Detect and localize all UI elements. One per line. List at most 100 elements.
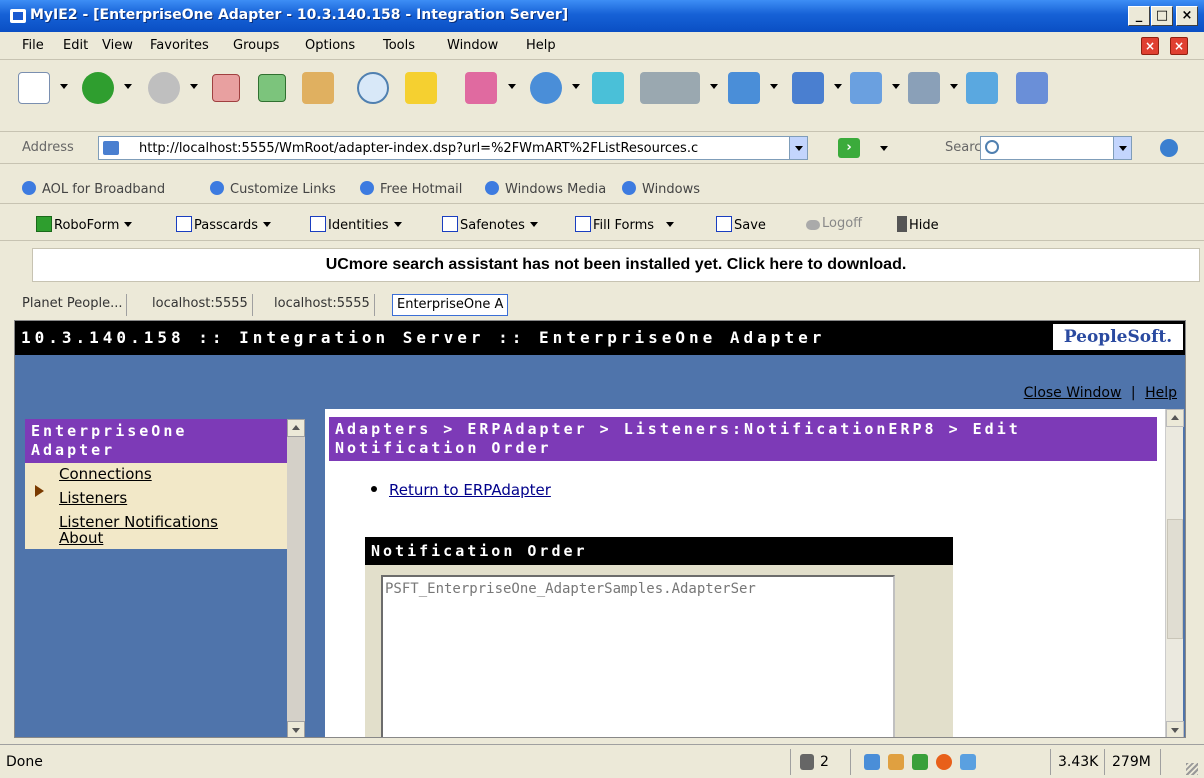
- main-scrollbar[interactable]: [1165, 409, 1184, 737]
- logoff-button[interactable]: Logoff: [806, 216, 862, 231]
- return-link[interactable]: Return to ERPAdapter: [389, 481, 551, 499]
- resize-grip-icon[interactable]: [1186, 763, 1198, 775]
- address-input[interactable]: http://localhost:5555/WmRoot/adapter-ind…: [98, 136, 808, 160]
- home-icon[interactable]: [302, 72, 334, 104]
- refresh-icon[interactable]: [258, 74, 286, 102]
- tab-localhost-2[interactable]: localhost:5555: [270, 294, 375, 316]
- menu-file[interactable]: File: [22, 38, 44, 53]
- link-windows-media[interactable]: Windows Media: [485, 181, 606, 197]
- roboform-button[interactable]: RoboForm: [36, 216, 133, 233]
- favorites-icon[interactable]: [405, 72, 437, 104]
- search-globe-icon[interactable]: [1160, 139, 1178, 157]
- link-customize-links[interactable]: Customize Links: [210, 181, 336, 197]
- tools-icon[interactable]: [640, 72, 700, 104]
- tab-planet-people[interactable]: Planet People...: [18, 294, 128, 316]
- passcards-button[interactable]: Passcards: [176, 216, 272, 233]
- save-button[interactable]: Save: [716, 216, 766, 233]
- hide-icon: [897, 216, 907, 232]
- mdi-close-icon[interactable]: ×: [1141, 37, 1159, 55]
- link-aol[interactable]: AOL for Broadband: [22, 181, 165, 197]
- close-window-link[interactable]: Close Window: [1024, 385, 1122, 401]
- hide-button[interactable]: Hide: [897, 216, 939, 233]
- brush-icon[interactable]: [888, 754, 904, 770]
- title-bar: MyIE2 - [EnterpriseOne Adapter - 10.3.14…: [0, 0, 1204, 32]
- menu-window[interactable]: Window: [447, 38, 498, 53]
- tab-enterpriseone[interactable]: EnterpriseOne A: [392, 294, 509, 316]
- app-icon: [10, 9, 26, 23]
- forward-icon[interactable]: [148, 72, 180, 104]
- scroll-up-icon[interactable]: [287, 419, 305, 437]
- address-url[interactable]: http://localhost:5555/WmRoot/adapter-ind…: [139, 141, 769, 156]
- status-size: 3.43K: [1058, 754, 1099, 770]
- minimize-button[interactable]: _: [1128, 6, 1150, 26]
- link-separator: |: [1130, 385, 1136, 401]
- main-panel: Adapters > ERPAdapter > Listeners:Notifi…: [325, 409, 1165, 737]
- window-icon[interactable]: [960, 754, 976, 770]
- window-title: MyIE2 - [EnterpriseOne Adapter - 10.3.14…: [30, 7, 569, 23]
- menu-options[interactable]: Options: [305, 38, 355, 53]
- back-icon[interactable]: [82, 72, 114, 104]
- fill-forms-icon: [575, 216, 591, 232]
- go-button-icon[interactable]: ›: [838, 138, 860, 158]
- mdi-close-all-icon[interactable]: ×: [1170, 37, 1188, 55]
- menu-favorites[interactable]: Favorites: [150, 38, 209, 53]
- save-icon: [716, 216, 732, 232]
- menu-edit[interactable]: Edit: [63, 38, 88, 53]
- address-dropdown-icon[interactable]: [789, 137, 807, 159]
- identities-button[interactable]: Identities: [310, 216, 402, 233]
- download-manager-icon[interactable]: [912, 754, 928, 770]
- bullet-icon: [371, 486, 377, 492]
- sidebar-menu: EnterpriseOne Adapter Connections Listen…: [25, 419, 287, 549]
- sidebar-item-about[interactable]: About: [59, 529, 103, 547]
- current-item-arrow-icon: [35, 485, 44, 497]
- sidebar-item-listeners[interactable]: Listeners: [59, 489, 127, 507]
- menu-groups[interactable]: Groups: [233, 38, 279, 53]
- notification-order-list[interactable]: PSFT_EnterpriseOne_AdapterSamples.Adapte…: [381, 575, 895, 737]
- sidebar-scrollbar[interactable]: [287, 419, 305, 737]
- globe-icon[interactable]: [530, 72, 562, 104]
- go-dropdown-icon[interactable]: [880, 146, 888, 151]
- download-icon[interactable]: [728, 72, 760, 104]
- search-input[interactable]: [980, 136, 1132, 160]
- fill-forms-button[interactable]: Fill Forms: [575, 216, 675, 233]
- sidebar-item-connections[interactable]: Connections: [59, 465, 152, 483]
- search-icon[interactable]: [357, 72, 389, 104]
- ucmore-message[interactable]: UCmore search assistant has not been ins…: [33, 256, 1199, 274]
- page-header-title: 10.3.140.158 :: Integration Server :: En…: [21, 328, 826, 347]
- page-content: 10.3.140.158 :: Integration Server :: En…: [14, 320, 1186, 738]
- scroll-thumb[interactable]: [1167, 519, 1183, 639]
- scroll-down-icon[interactable]: [1166, 721, 1184, 737]
- undo-icon[interactable]: [792, 72, 824, 104]
- menu-help[interactable]: Help: [526, 38, 556, 53]
- maximize-button[interactable]: □: [1151, 6, 1173, 26]
- settings-icon[interactable]: [908, 72, 940, 104]
- link-free-hotmail[interactable]: Free Hotmail: [360, 181, 462, 197]
- link-windows[interactable]: Windows: [622, 181, 700, 197]
- menu-tools[interactable]: Tools: [383, 38, 415, 53]
- status-memory: 279M: [1112, 754, 1151, 770]
- fullscreen-icon[interactable]: [966, 72, 998, 104]
- window-icon[interactable]: [592, 72, 624, 104]
- close-button[interactable]: ×: [1176, 6, 1198, 26]
- ucmore-bar[interactable]: UCmore search assistant has not been ins…: [32, 248, 1200, 282]
- edit-icon[interactable]: [1016, 72, 1048, 104]
- ie-page-icon: [210, 181, 224, 195]
- sun-icon[interactable]: [936, 754, 952, 770]
- safenotes-button[interactable]: Safenotes: [442, 216, 538, 233]
- toolbar: [0, 60, 1204, 132]
- help-link[interactable]: Help: [1145, 385, 1177, 401]
- tab-localhost-1[interactable]: localhost:5555: [148, 294, 253, 316]
- popup-blocker-icon[interactable]: [864, 754, 880, 770]
- ie-page-icon: [485, 181, 499, 195]
- search-dropdown-icon[interactable]: [1113, 137, 1131, 159]
- page-links: Close Window | Help: [15, 355, 1185, 409]
- scroll-down-icon[interactable]: [287, 721, 305, 737]
- scroll-up-icon[interactable]: [1166, 409, 1184, 427]
- menu-view[interactable]: View: [102, 38, 133, 53]
- trash-icon[interactable]: [800, 754, 814, 770]
- translate-icon[interactable]: [465, 72, 497, 104]
- grid-icon[interactable]: [850, 72, 882, 104]
- new-page-icon[interactable]: [18, 72, 50, 104]
- stop-icon[interactable]: [212, 74, 240, 102]
- notification-order-item[interactable]: PSFT_EnterpriseOne_AdapterSamples.Adapte…: [385, 581, 893, 597]
